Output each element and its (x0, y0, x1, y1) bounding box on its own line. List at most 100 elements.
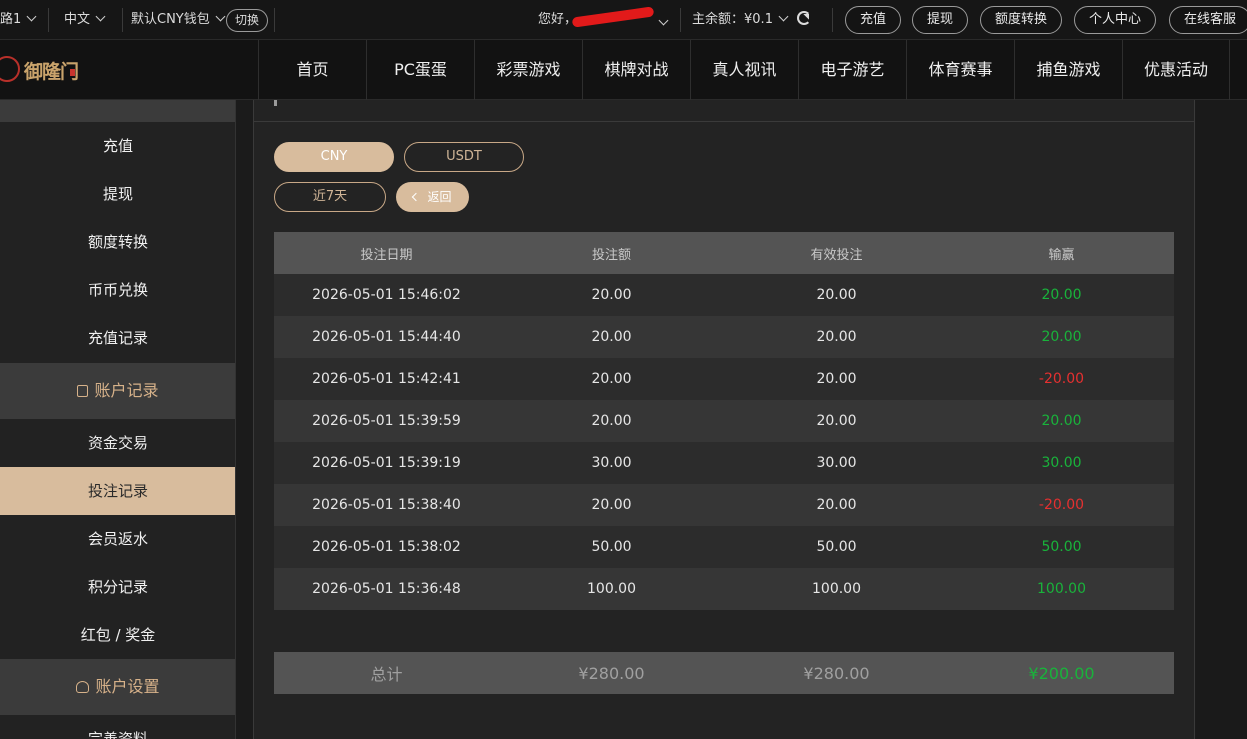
cell-date: 2026-05-01 15:38:40 (312, 497, 461, 513)
divider (680, 8, 681, 32)
table-row: 2026-05-01 15:44:40 20.00 20.00 20.00 (274, 316, 1174, 358)
refresh-icon[interactable] (797, 11, 811, 25)
profile-button[interactable]: 个人中心 (1074, 6, 1157, 34)
cell-valid: 20.00 (816, 497, 857, 513)
date-range-button[interactable]: 近7天 (274, 182, 386, 212)
sidebar-group-title: 账户设置 (95, 677, 160, 696)
column-header-valid: 有效投注 (810, 247, 863, 263)
cell-date: 2026-05-01 15:38:02 (312, 539, 461, 555)
cell-amount: 30.00 (591, 455, 632, 471)
cell-date: 2026-05-01 15:39:19 (312, 455, 461, 471)
sidebar-group-title: 账户记录 (94, 381, 159, 400)
cell-valid: 20.00 (816, 371, 857, 387)
nav-home[interactable]: 首页 (258, 40, 366, 100)
cell-valid: 20.00 (816, 287, 857, 303)
table-row: 2026-05-01 15:38:40 20.00 20.00 -20.00 (274, 484, 1174, 526)
divider (122, 8, 123, 32)
table-header: 投注日期 投注额 有效投注 输赢 (274, 232, 1174, 274)
balance-display[interactable]: 主余额：¥0.1 (692, 0, 789, 40)
divider (48, 8, 49, 32)
line-selector[interactable]: 路1 (0, 0, 37, 40)
nav-chess-cards[interactable]: 棋牌对战 (582, 40, 690, 100)
total-winloss: ¥200.00 (1028, 663, 1095, 683)
tab-cny[interactable]: CNY (274, 142, 394, 172)
sidebar-item-deposit[interactable]: 充值 (0, 122, 235, 170)
logo-seal-icon (70, 69, 75, 76)
column-header-winloss: 输赢 (1048, 247, 1075, 263)
sidebar: 充值 提现 额度转换 币币兑换 充值记录 账户记录 资金交易 投注记录 会员返水… (0, 100, 236, 739)
back-button[interactable]: 返回 (396, 182, 469, 212)
bet-records-panel: CNY USDT 近7天 返回 投注日期 投注额 有效投注 输赢 2026-05… (253, 100, 1195, 739)
balance-value: ¥0.1 (744, 12, 773, 27)
tab-usdt[interactable]: USDT (404, 142, 524, 172)
cell-amount: 20.00 (591, 371, 632, 387)
cell-valid: 100.00 (812, 581, 861, 597)
transfer-button[interactable]: 额度转换 (980, 6, 1063, 34)
cell-amount: 20.00 (591, 287, 632, 303)
greeting-text: 您好， (538, 12, 578, 27)
site-logo[interactable]: 御隆门 (0, 50, 80, 90)
cell-date: 2026-05-01 15:36:48 (312, 581, 461, 597)
sidebar-item-points[interactable]: 积分记录 (0, 563, 235, 611)
bet-records-table: 投注日期 投注额 有效投注 输赢 2026-05-01 15:46:02 20.0… (274, 232, 1174, 610)
withdraw-button[interactable]: 提现 (912, 6, 969, 34)
cell-amount: 20.00 (591, 329, 632, 345)
wallet-selector[interactable]: 默认CNY钱包 (131, 0, 226, 40)
cell-date: 2026-05-01 15:39:59 (312, 413, 461, 429)
total-label: 总计 (370, 665, 403, 684)
nav-sports[interactable]: 体育赛事 (906, 40, 1014, 100)
sidebar-item-withdraw[interactable]: 提现 (0, 170, 235, 218)
sidebar-item-transactions[interactable]: 资金交易 (0, 419, 235, 467)
redacted-username (571, 6, 655, 28)
main-nav: 御隆门 首页 PC蛋蛋 彩票游戏 棋牌对战 真人视讯 电子游艺 体育赛事 捕鱼游… (0, 40, 1247, 100)
divider (832, 8, 833, 32)
table-row: 2026-05-01 15:39:19 30.00 30.00 30.00 (274, 442, 1174, 484)
nav-fishing[interactable]: 捕鱼游戏 (1014, 40, 1122, 100)
top-bar: 路1 中文 默认CNY钱包 切换 您好， 主余额：¥0.1 充值 提现 额度转换… (0, 0, 1247, 40)
cell-winloss: 50.00 (1041, 539, 1082, 555)
wallet-label: 默认CNY钱包 (131, 12, 210, 27)
cell-date: 2026-05-01 15:44:40 (312, 329, 461, 345)
table-row: 2026-05-01 15:46:02 20.00 20.00 20.00 (274, 274, 1174, 316)
cell-amount: 20.00 (591, 413, 632, 429)
cell-valid: 20.00 (816, 413, 857, 429)
nav-live-casino[interactable]: 真人视讯 (690, 40, 798, 100)
panel-header (254, 100, 1194, 122)
nav-pc-egg[interactable]: PC蛋蛋 (366, 40, 474, 100)
user-menu[interactable]: 您好， (538, 0, 577, 40)
language-selector[interactable]: 中文 (64, 0, 106, 40)
sidebar-item-deposit-records[interactable]: 充值记录 (0, 314, 235, 362)
sidebar-item-rebate[interactable]: 会员返水 (0, 515, 235, 563)
cell-amount: 100.00 (587, 581, 636, 597)
total-amount: ¥280.00 (578, 663, 645, 683)
cell-winloss: 100.00 (1037, 581, 1086, 597)
sidebar-group-header-records[interactable]: 账户记录 (0, 363, 235, 419)
user-card-icon (76, 681, 90, 693)
nav-promotions[interactable]: 优惠活动 (1122, 40, 1230, 100)
right-margin (1196, 100, 1247, 739)
table-row: 2026-05-01 15:36:48 100.00 100.00 100.00 (274, 568, 1174, 610)
support-button[interactable]: 在线客服 (1169, 6, 1247, 34)
cell-winloss: 20.00 (1041, 329, 1082, 345)
balance-label: 主余额： (692, 12, 745, 27)
switch-wallet-button[interactable]: 切换 (226, 9, 269, 32)
nav-slots[interactable]: 电子游艺 (798, 40, 906, 100)
cell-amount: 50.00 (591, 539, 632, 555)
chevron-down-icon[interactable] (658, 15, 669, 26)
sidebar-item-bonus[interactable]: 红包 / 奖金 (0, 611, 235, 659)
nav-lottery[interactable]: 彩票游戏 (474, 40, 582, 100)
header-marker (274, 100, 277, 106)
cell-winloss: -20.00 (1038, 497, 1085, 513)
deposit-button[interactable]: 充值 (845, 6, 902, 34)
cell-winloss: 20.00 (1041, 413, 1082, 429)
cell-valid: 30.00 (816, 455, 857, 471)
sidebar-item-coin-exchange[interactable]: 币币兑换 (0, 266, 235, 314)
back-label: 返回 (427, 190, 452, 204)
cell-date: 2026-05-01 15:46:02 (312, 287, 461, 303)
chevron-down-icon (778, 11, 789, 22)
sidebar-item-transfer[interactable]: 额度转换 (0, 218, 235, 266)
sidebar-item-profile[interactable]: 完善资料 (0, 715, 235, 739)
cell-winloss: 30.00 (1041, 455, 1082, 471)
sidebar-group-header-settings[interactable]: 账户设置 (0, 659, 235, 715)
sidebar-item-bet-records[interactable]: 投注记录 (0, 467, 235, 515)
